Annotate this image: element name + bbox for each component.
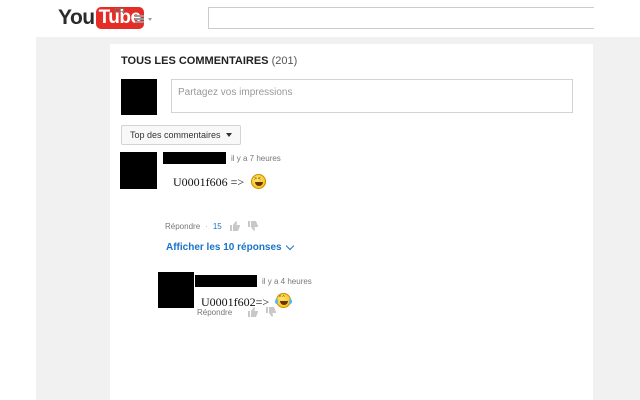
emoji-mouth — [254, 182, 263, 186]
emoji-tear — [275, 299, 278, 304]
emoji-eyes: ^^ — [279, 295, 286, 301]
comments-count: (201) — [271, 55, 298, 67]
comments-section: Tous les commentaires (201) Partagez vos… — [110, 44, 593, 400]
emoji-mouth — [279, 301, 288, 305]
thumb-down-icon[interactable] — [247, 221, 258, 231]
menu-bar — [135, 15, 144, 17]
reply-button[interactable]: Répondre — [165, 222, 200, 231]
emoji-eyes: >< — [254, 176, 262, 182]
avatar[interactable] — [121, 79, 157, 115]
chevron-down-icon — [285, 241, 294, 251]
chevron-down-icon — [148, 18, 152, 21]
guide-menu-icon[interactable] — [135, 13, 155, 25]
share-placeholder: Partagez vos impressions — [178, 87, 293, 98]
comment-timestamp[interactable]: il y a 7 heures — [231, 154, 281, 163]
author-name-redacted[interactable] — [195, 275, 257, 287]
chevron-down-icon — [225, 133, 232, 137]
avatar[interactable] — [120, 152, 157, 189]
thumb-down-icon[interactable] — [266, 307, 277, 317]
masthead: You Tube FR — [0, 0, 640, 37]
search-input[interactable] — [208, 7, 594, 29]
reply-button[interactable]: Répondre — [197, 308, 232, 317]
reply-timestamp[interactable]: il y a 4 heures — [262, 277, 312, 286]
comments-header: Tous les commentaires (201) — [121, 55, 297, 67]
emoji-tear — [289, 299, 292, 304]
thumb-up-icon[interactable] — [229, 221, 240, 231]
sort-label: Top des commentaires — [130, 130, 221, 140]
like-count: 15 — [212, 221, 222, 231]
sort-comments-button[interactable]: Top des commentaires — [121, 125, 241, 145]
reply-actions: Répondre — [197, 307, 284, 317]
show-replies-button[interactable]: Afficher les 10 réponses — [166, 241, 294, 253]
youtube-logo[interactable]: You Tube FR — [58, 5, 144, 31]
tears-of-joy-emoji-icon: ^^ — [275, 293, 292, 308]
comment-actions: Répondre · 15 — [165, 221, 266, 231]
avatar[interactable] — [158, 272, 194, 308]
logo-you: You — [58, 6, 95, 29]
comment-text: U0001f606 => — [173, 175, 245, 189]
thumb-up-icon[interactable] — [248, 307, 259, 317]
author-name-redacted[interactable] — [163, 152, 226, 164]
separator: · — [205, 221, 208, 231]
menu-bar — [135, 21, 144, 23]
laughing-emoji-icon: >< — [251, 174, 266, 189]
menu-bar — [135, 18, 144, 20]
logo-region: FR — [114, 7, 125, 16]
show-replies-label: Afficher les 10 réponses — [166, 242, 282, 253]
comments-title: Tous les commentaires — [121, 55, 269, 67]
share-comment-input[interactable]: Partagez vos impressions — [171, 79, 573, 113]
